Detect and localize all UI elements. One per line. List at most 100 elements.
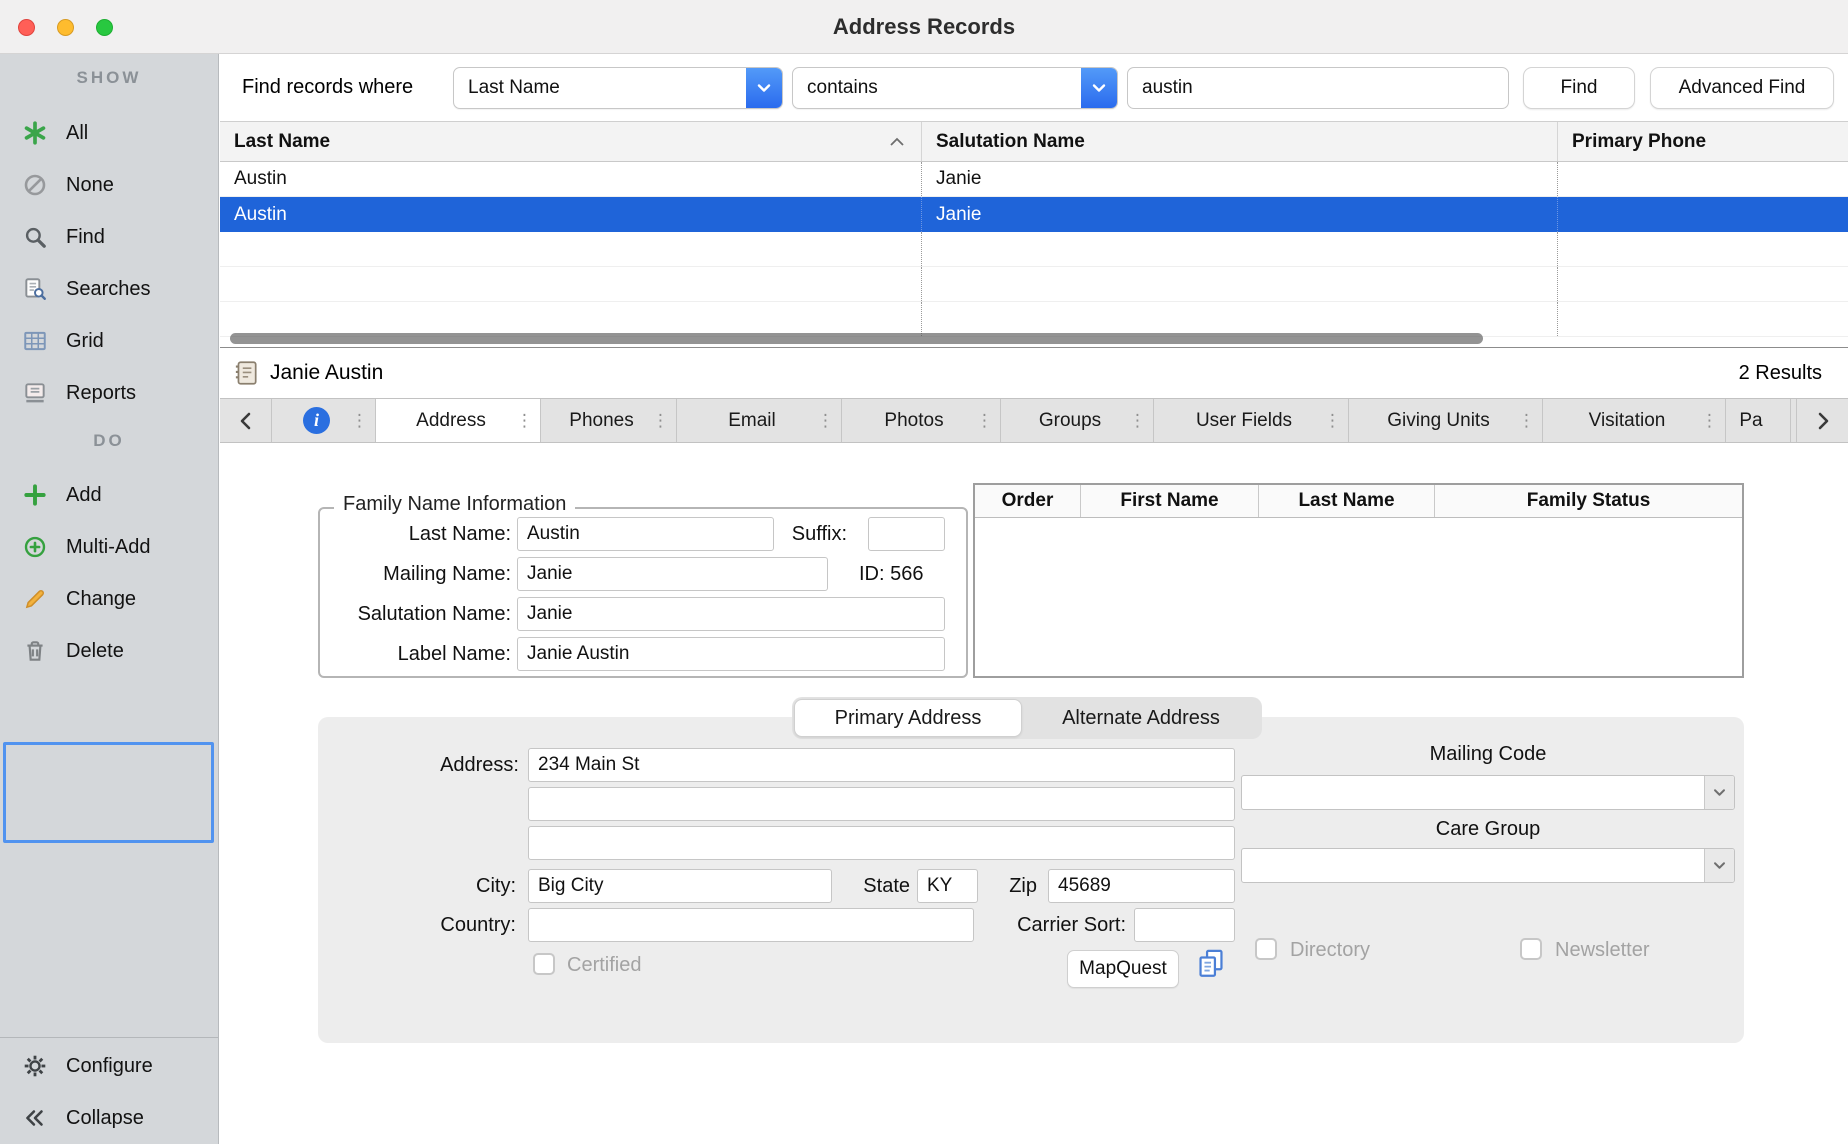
tab-primary-address[interactable]: Primary Address xyxy=(794,699,1022,737)
country-field[interactable] xyxy=(528,908,974,942)
table-row-selected[interactable]: Austin Janie xyxy=(220,197,1848,232)
mailing-code-select[interactable] xyxy=(1241,775,1735,810)
primary-address-panel: Address: City: State Zip Country: Carrie… xyxy=(318,717,1744,1043)
sidebar-item-change[interactable]: Change xyxy=(0,573,218,625)
sidebar-item-label: Grid xyxy=(66,330,104,353)
newsletter-label: Newsletter xyxy=(1555,938,1649,962)
address-label: Address: xyxy=(318,748,519,782)
salutation-name-field[interactable] xyxy=(517,597,945,631)
column-header-salutation-name[interactable]: Salutation Name xyxy=(922,122,1558,161)
table-row-empty xyxy=(220,232,1848,267)
sidebar-item-label: Change xyxy=(66,588,136,611)
tab-user-fields[interactable]: User Fields⋮ xyxy=(1154,399,1349,442)
table-row-empty xyxy=(220,302,1848,337)
state-field[interactable] xyxy=(917,869,978,903)
sidebar-item-label: Find xyxy=(66,226,105,249)
sidebar-item-label: Collapse xyxy=(66,1107,144,1130)
group-title: Family Name Information xyxy=(334,493,575,516)
tab-menu-icon[interactable]: ⋮ xyxy=(1324,411,1341,431)
address-line2-field[interactable] xyxy=(528,787,1235,821)
sidebar-item-reports[interactable]: Reports xyxy=(0,367,218,419)
tab-pastoral-truncated[interactable]: Pa xyxy=(1726,399,1791,442)
find-button[interactable]: Find xyxy=(1523,67,1635,109)
column-header-primary-phone[interactable]: Primary Phone xyxy=(1558,122,1848,161)
table-row[interactable]: Austin Janie xyxy=(220,162,1848,197)
record-id: ID: 566 xyxy=(859,557,923,591)
sidebar-item-collapse[interactable]: Collapse xyxy=(0,1092,218,1144)
title-bar: Address Records xyxy=(0,0,1848,54)
newsletter-checkbox[interactable] xyxy=(1520,938,1542,960)
magnifier-icon xyxy=(20,222,50,252)
close-button[interactable] xyxy=(18,19,35,36)
find-operator-value: contains xyxy=(807,77,878,99)
tab-menu-icon[interactable]: ⋮ xyxy=(976,411,993,431)
tab-giving-units[interactable]: Giving Units⋮ xyxy=(1349,399,1543,442)
tab-phones[interactable]: Phones⋮ xyxy=(541,399,677,442)
column-header-order: Order xyxy=(975,485,1081,517)
zip-field[interactable] xyxy=(1048,869,1235,903)
results-count: 2 Results xyxy=(1739,362,1822,385)
last-name-field[interactable] xyxy=(517,517,774,551)
suffix-field[interactable] xyxy=(868,517,945,551)
tab-menu-icon[interactable]: ⋮ xyxy=(516,411,533,431)
tab-groups[interactable]: Groups⋮ xyxy=(1001,399,1154,442)
mapquest-button[interactable]: MapQuest xyxy=(1067,950,1179,988)
tab-photos[interactable]: Photos⋮ xyxy=(842,399,1001,442)
find-operator-select[interactable]: contains xyxy=(792,67,1118,109)
chevron-down-icon xyxy=(1704,776,1734,809)
tab-menu-icon[interactable]: ⋮ xyxy=(1129,411,1146,431)
directory-checkbox[interactable] xyxy=(1255,938,1277,960)
sidebar-item-delete[interactable]: Delete xyxy=(0,625,218,677)
circle-plus-icon xyxy=(20,532,50,562)
tab-address[interactable]: Address⋮ xyxy=(376,399,541,442)
sidebar-item-add[interactable]: Add xyxy=(0,469,218,521)
certified-checkbox[interactable] xyxy=(533,953,555,975)
sidebar-item-configure[interactable]: Configure xyxy=(0,1040,218,1092)
sidebar-item-find[interactable]: Find xyxy=(0,211,218,263)
tab-email[interactable]: Email⋮ xyxy=(677,399,842,442)
label-name-field[interactable] xyxy=(517,637,945,671)
sidebar-focus-box xyxy=(3,742,214,843)
sidebar-show-header: SHOW xyxy=(0,68,218,88)
traffic-lights xyxy=(18,19,113,36)
advanced-find-button[interactable]: Advanced Find xyxy=(1650,67,1834,109)
sidebar-item-grid[interactable]: Grid xyxy=(0,315,218,367)
asterisk-icon xyxy=(20,118,50,148)
tab-menu-icon[interactable]: ⋮ xyxy=(351,411,368,431)
tab-scroll-right-button[interactable] xyxy=(1796,399,1848,442)
sidebar-item-all[interactable]: All xyxy=(0,107,218,159)
carrier-sort-field[interactable] xyxy=(1134,908,1235,942)
minimize-button[interactable] xyxy=(57,19,74,36)
members-header-row: Order First Name Last Name Family Status xyxy=(975,485,1742,518)
sidebar-item-searches[interactable]: Searches xyxy=(0,263,218,315)
tab-alternate-address[interactable]: Alternate Address xyxy=(1022,699,1260,737)
sort-ascending-icon xyxy=(889,137,905,147)
tab-menu-icon[interactable]: ⋮ xyxy=(1701,411,1718,431)
sidebar-item-multi-add[interactable]: Multi-Add xyxy=(0,521,218,573)
mailing-name-field[interactable] xyxy=(517,557,828,591)
table-row-empty xyxy=(220,267,1848,302)
city-label: City: xyxy=(318,869,516,903)
tab-info[interactable]: i ⋮ xyxy=(272,399,376,442)
column-header-last-name[interactable]: Last Name xyxy=(220,122,922,161)
address-line3-field[interactable] xyxy=(528,826,1235,860)
tab-menu-icon[interactable]: ⋮ xyxy=(652,411,669,431)
address-line1-field[interactable] xyxy=(528,748,1235,782)
care-group-select[interactable] xyxy=(1241,848,1735,883)
record-detail: Family Name Information Last Name: Suffi… xyxy=(220,443,1848,1144)
results-horizontal-scrollbar[interactable] xyxy=(230,333,1483,344)
search-input[interactable] xyxy=(1127,67,1509,109)
sidebar-item-none[interactable]: None xyxy=(0,159,218,211)
last-name-label: Last Name: xyxy=(320,517,511,551)
find-field-select[interactable]: Last Name xyxy=(453,67,783,109)
copy-address-icon[interactable] xyxy=(1194,947,1228,986)
zoom-button[interactable] xyxy=(96,19,113,36)
mailing-code-label: Mailing Code xyxy=(1241,743,1735,766)
record-tab-bar: i ⋮ Address⋮ Phones⋮ Email⋮ Photos⋮ Grou… xyxy=(220,398,1848,443)
city-field[interactable] xyxy=(528,869,832,903)
tab-menu-icon[interactable]: ⋮ xyxy=(1518,411,1535,431)
tab-menu-icon[interactable]: ⋮ xyxy=(817,411,834,431)
sidebar-do-header: DO xyxy=(0,431,218,451)
tab-scroll-left-button[interactable] xyxy=(220,399,272,442)
tab-visitation[interactable]: Visitation⋮ xyxy=(1543,399,1726,442)
